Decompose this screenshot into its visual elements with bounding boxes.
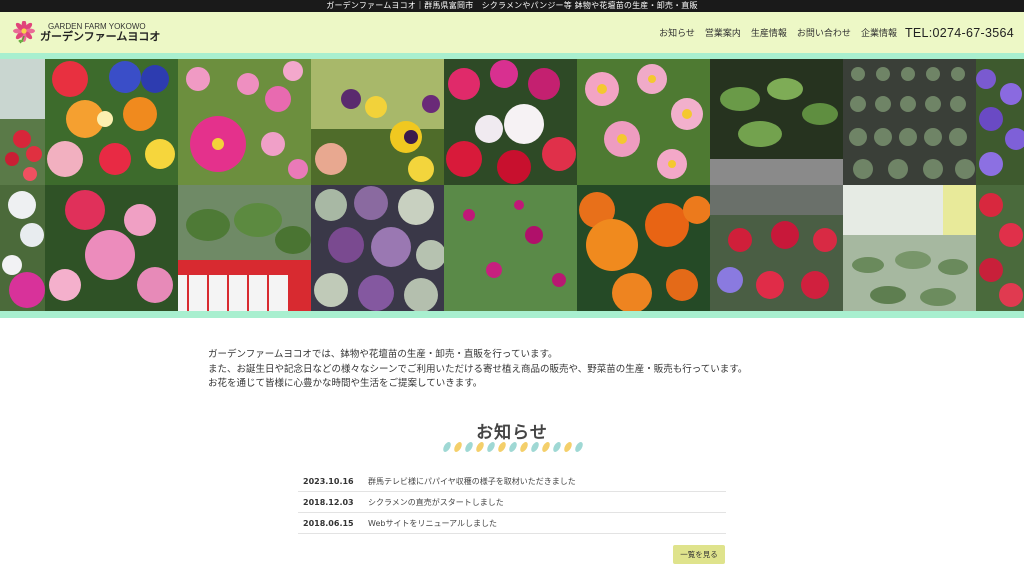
- photo-pansy-yellow-purple: [311, 59, 444, 185]
- top-info-bar: ガーデンファームヨコオ｜群馬県富岡市 シクラメンやパンジー等 鉢物や花壇苗の生産…: [0, 0, 1024, 12]
- photo-pentas-pink: [45, 185, 178, 311]
- site-header: GARDEN FARM YOKOWO ガーデンファームヨコオ お知らせ 営業案内…: [0, 12, 1024, 53]
- intro-line-3: お花を通じて皆様に心豊かな時間や生活をご提案していきます。: [208, 378, 483, 389]
- site-logo[interactable]: GARDEN FARM YOKOWO ガーデンファームヨコオ: [12, 17, 160, 49]
- photo-cosmos-pink: [178, 59, 311, 185]
- photo-tomato-seedlings-crate: [178, 185, 311, 311]
- photo-greenhouse-flowers: [0, 59, 45, 185]
- news-title: Webサイトをリニューアルしました: [368, 518, 498, 528]
- photo-verbena-red: [710, 185, 843, 311]
- photo-white-flowers: [0, 185, 45, 311]
- news-item[interactable]: 2023.10.16 群馬テレビ様にパパイヤ収穫の様子を取材いただきました: [298, 471, 726, 492]
- view-all-news-button[interactable]: 一覧を見る: [673, 545, 725, 564]
- photo-purple-violas: [976, 59, 1024, 185]
- news-date: 2018.12.03: [303, 497, 354, 507]
- news-date: 2023.10.16: [303, 476, 354, 486]
- photo-vegetable-seedlings: [710, 59, 843, 185]
- news-item[interactable]: 2018.12.03 シクラメンの直売がスタートしました: [298, 492, 726, 513]
- intro-line-1: ガーデンファームヨコオでは、鉢物や花壇苗の生産・卸売・直販を行っています。: [208, 349, 558, 360]
- nav-business-info[interactable]: 営業案内: [705, 26, 741, 39]
- photo-pansy-viola-mix: [45, 59, 178, 185]
- photo-seedlings-closeup: [843, 185, 976, 311]
- photo-cyclamen-red-white: [444, 59, 577, 185]
- news-item[interactable]: 2018.06.15 Webサイトをリニューアルしました: [298, 513, 726, 534]
- photo-gomphrena-purple: [444, 185, 577, 311]
- news-title: シクラメンの直売がスタートしました: [368, 497, 504, 507]
- photo-ornamental-kale: [311, 185, 444, 311]
- flower-photo-mosaic: [0, 59, 1024, 311]
- intro-line-2: また、お誕生日や記念日などの様々なシーンでご利用いただける寄せ植え商品の販売や、…: [208, 363, 748, 375]
- phone-number[interactable]: TEL:0274-67-3564: [905, 26, 1014, 40]
- news-title: 群馬テレビ様にパパイヤ収穫の様子を取材いただきました: [368, 476, 576, 486]
- mosaic-bottom-stripe: [0, 311, 1024, 318]
- news-date: 2018.06.15: [303, 518, 354, 528]
- main-nav: お知らせ 営業案内 生産情報 お問い合わせ 企業情報 TEL:0274-67-3…: [649, 12, 1014, 53]
- logo-japanese-name: ガーデンファームヨコオ: [40, 30, 161, 44]
- photo-red-flowers-edge: [976, 185, 1024, 311]
- nav-production-info[interactable]: 生産情報: [751, 26, 787, 39]
- photo-marigold-orange: [577, 185, 710, 311]
- photo-seedling-trays: [843, 59, 976, 185]
- nav-contact[interactable]: お問い合わせ: [797, 26, 851, 39]
- nav-news[interactable]: お知らせ: [659, 26, 695, 39]
- news-list: 2023.10.16 群馬テレビ様にパパイヤ収穫の様子を取材いただきました 20…: [298, 471, 726, 534]
- flower-logo-icon: [13, 21, 35, 44]
- photo-marguerite-pink: [577, 59, 710, 185]
- nav-company-info[interactable]: 企業情報: [861, 26, 897, 39]
- leaf-divider-icon: [443, 442, 583, 452]
- intro-text: ガーデンファームヨコオでは、鉢物や花壇苗の生産・卸売・直販を行っています。 また…: [208, 348, 747, 392]
